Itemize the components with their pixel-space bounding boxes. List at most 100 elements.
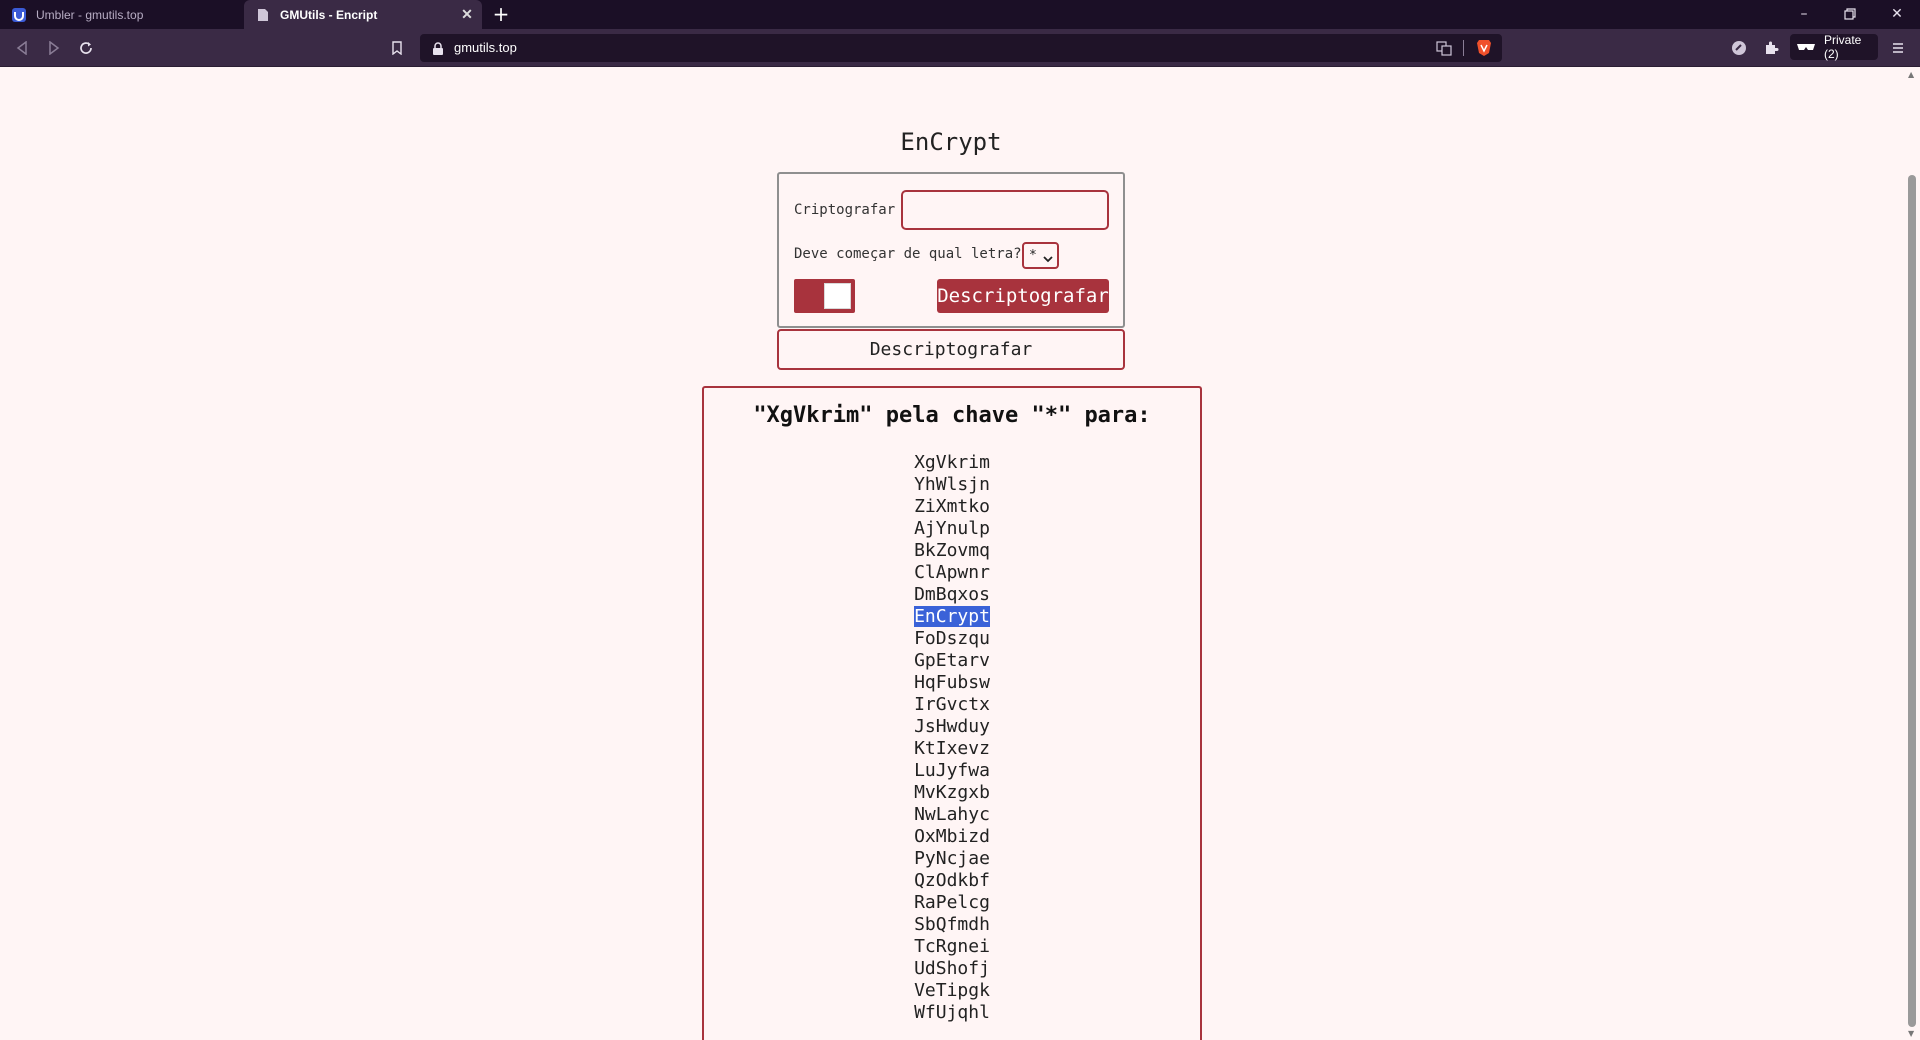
lock-icon[interactable] <box>432 41 444 55</box>
result-item-text: VeTipgk <box>914 980 990 1001</box>
result-item-text: MvKzgxb <box>914 782 990 803</box>
result-item-text: OxMbizd <box>914 826 990 847</box>
restore-icon[interactable] <box>1839 4 1861 24</box>
tab-title: Umbler - gmutils.top <box>36 7 144 22</box>
result-item-text: PyNcjae <box>914 848 990 869</box>
forward-icon[interactable] <box>44 38 64 58</box>
minimize-icon[interactable]: – <box>1793 4 1815 24</box>
result-item: AjYnulp <box>704 518 1200 540</box>
result-item-text: TcRgnei <box>914 936 990 957</box>
result-item: DmBqxos <box>704 584 1200 606</box>
result-item: JsHwduy <box>704 716 1200 738</box>
result-item: PyNcjae <box>704 848 1200 870</box>
reload-icon[interactable] <box>76 38 96 58</box>
result-item-text: RaPelcg <box>914 892 990 913</box>
page-favicon-icon <box>256 8 270 22</box>
result-item-text: LuJyfwa <box>914 760 990 781</box>
decrypt-outline-button[interactable]: Descriptografar <box>777 329 1125 370</box>
close-window-icon[interactable]: ✕ <box>1886 4 1908 24</box>
result-list: XgVkrim YhWlsjn ZiXmtko AjYnulp BkZovmq ClApw… <box>704 452 1200 1024</box>
private-label: Private (2) <box>1824 33 1862 61</box>
tab-bar: Umbler - gmutils.top GMUtils - Encript ✕… <box>0 0 1920 29</box>
result-item: ZiXmtko <box>704 496 1200 518</box>
umbler-favicon-icon <box>12 7 26 22</box>
result-item: HqFubsw <box>704 672 1200 694</box>
result-item: OxMbizd <box>704 826 1200 848</box>
mode-toggle[interactable] <box>794 279 855 313</box>
result-item: UdShofj <box>704 958 1200 980</box>
result-item-text: XgVkrim <box>914 452 990 473</box>
result-item: TcRgnei <box>704 936 1200 958</box>
encrypt-form: Criptografar Deve começar de qual letra?… <box>777 172 1125 328</box>
address-separator <box>1463 40 1464 56</box>
result-item-text: NwLahyc <box>914 804 990 825</box>
result-item: EnCrypt <box>704 606 1200 628</box>
menu-icon[interactable] <box>1888 38 1908 58</box>
result-item: QzOdkbf <box>704 870 1200 892</box>
result-item: ClApwnr <box>704 562 1200 584</box>
tab-gmutils[interactable]: GMUtils - Encript ✕ <box>244 0 482 29</box>
extensions-icon[interactable] <box>1761 38 1781 58</box>
result-item-text: AjYnulp <box>914 518 990 539</box>
chevron-down-icon <box>1043 252 1053 267</box>
result-item: XgVkrim <box>704 452 1200 474</box>
tab-title: GMUtils - Encript <box>280 7 378 22</box>
result-item-text: KtIxevz <box>914 738 990 759</box>
result-item-text: ZiXmtko <box>914 496 990 517</box>
page-scrollbar[interactable]: ▲ ▼ <box>1904 67 1920 1040</box>
result-item-text: GpEtarv <box>914 650 990 671</box>
tab-umbler[interactable]: Umbler - gmutils.top <box>0 0 244 29</box>
result-item-text: UdShofj <box>914 958 990 979</box>
translate-icon[interactable] <box>1436 40 1452 56</box>
back-icon[interactable] <box>12 38 32 58</box>
result-item: GpEtarv <box>704 650 1200 672</box>
address-bar[interactable]: gmutils.top <box>420 34 1502 62</box>
result-item-text: IrGvctx <box>914 694 990 715</box>
result-item-text: EnCrypt <box>914 606 990 627</box>
result-panel: "XgVkrim" pela chave "*" para: XgVkrim Yh… <box>702 386 1202 1040</box>
toggle-knob <box>824 283 851 309</box>
result-item: RaPelcg <box>704 892 1200 914</box>
result-item-text: DmBqxos <box>914 584 990 605</box>
browser-toolbar: gmutils.top Private (2) <box>0 29 1920 67</box>
result-item: YhWlsjn <box>704 474 1200 496</box>
url-text[interactable]: gmutils.top <box>454 34 517 62</box>
result-item-text: HqFubsw <box>914 672 990 693</box>
scroll-up-icon[interactable]: ▲ <box>1908 70 1914 79</box>
scrollbar-thumb[interactable] <box>1908 175 1916 1027</box>
result-item: FoDszqu <box>704 628 1200 650</box>
rewards-icon[interactable] <box>1729 38 1749 58</box>
page-title: EnCrypt <box>900 128 1002 156</box>
result-item: MvKzgxb <box>704 782 1200 804</box>
result-item: IrGvctx <box>704 694 1200 716</box>
decrypt-button[interactable]: Descriptografar <box>937 279 1109 313</box>
result-item-text: JsHwduy <box>914 716 990 737</box>
crypt-label: Criptografar <box>794 202 896 218</box>
result-item-text: BkZovmq <box>914 540 990 561</box>
bookmark-icon[interactable] <box>387 38 407 58</box>
private-mask-icon <box>1796 42 1816 52</box>
start-letter-value: * <box>1029 248 1037 263</box>
crypt-input[interactable] <box>901 190 1109 230</box>
brave-shields-icon[interactable] <box>1476 39 1492 57</box>
result-item-text: ClApwnr <box>914 562 990 583</box>
result-item: KtIxevz <box>704 738 1200 760</box>
close-tab-icon[interactable]: ✕ <box>460 7 474 21</box>
result-item-text: QzOdkbf <box>914 870 990 891</box>
result-item-text: WfUjqhl <box>914 1002 990 1023</box>
result-item-text: FoDszqu <box>914 628 990 649</box>
result-heading: "XgVkrim" pela chave "*" para: <box>753 403 1151 428</box>
result-item: LuJyfwa <box>704 760 1200 782</box>
result-item-text: SbQfmdh <box>914 914 990 935</box>
result-item: WfUjqhl <box>704 1002 1200 1024</box>
result-item: SbQfmdh <box>704 914 1200 936</box>
private-window-badge[interactable]: Private (2) <box>1790 33 1878 61</box>
result-item: VeTipgk <box>704 980 1200 1002</box>
new-tab-icon[interactable]: + <box>492 4 510 24</box>
result-item: BkZovmq <box>704 540 1200 562</box>
result-item: NwLahyc <box>704 804 1200 826</box>
start-letter-label: Deve começar de qual letra? <box>794 246 1022 262</box>
scroll-down-icon[interactable]: ▼ <box>1908 1029 1914 1038</box>
start-letter-select[interactable]: * <box>1022 242 1059 269</box>
result-item-text: YhWlsjn <box>914 474 990 495</box>
